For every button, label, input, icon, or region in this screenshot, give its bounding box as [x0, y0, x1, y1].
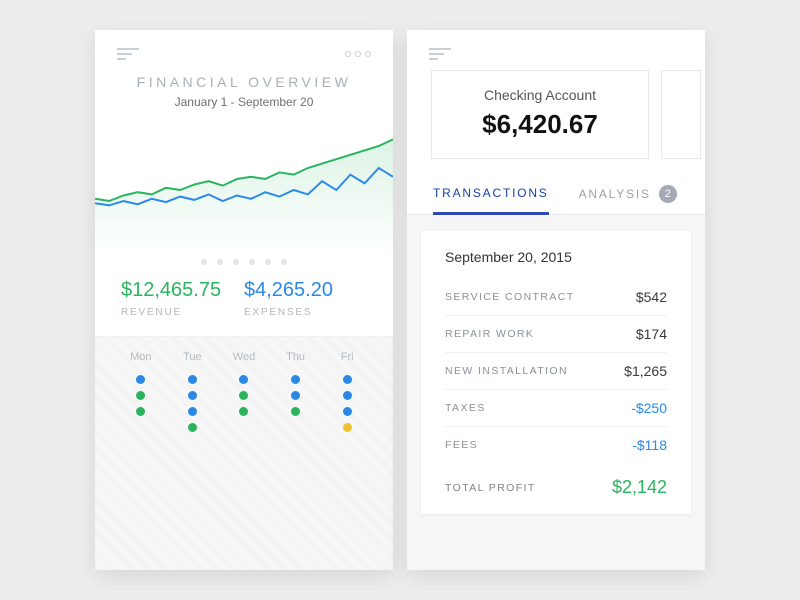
more-icon[interactable] [345, 51, 371, 57]
tab-analysis[interactable]: ANALYSIS 2 [579, 175, 677, 214]
tabs: TRANSACTIONS ANALYSIS 2 [407, 175, 705, 215]
transaction-row[interactable]: REPAIR WORK $174 [445, 316, 667, 353]
transaction-label: TAXES [445, 402, 486, 414]
account-card[interactable]: Checking Account $6,420.67 [431, 70, 649, 159]
topbar [95, 30, 393, 66]
week-activity: Mon Tue Wed Thu Fri [95, 336, 393, 570]
account-balance: $6,420.67 [452, 109, 628, 140]
day-label: Mon [115, 351, 167, 363]
total-label: TOTAL PROFIT [445, 482, 536, 494]
page-title: FINANCIAL OVERVIEW [95, 74, 393, 90]
total-amount: $2,142 [612, 477, 667, 498]
transaction-row[interactable]: NEW INSTALLATION $1,265 [445, 353, 667, 390]
day-headers: Mon Tue Wed Thu Fri [115, 351, 373, 363]
kpi-expenses: $4,265.20 EXPENSES [244, 279, 367, 318]
transaction-row[interactable]: FEES -$118 [445, 427, 667, 463]
transaction-label: SERVICE CONTRACT [445, 291, 575, 303]
transaction-amount: -$118 [632, 437, 667, 453]
transaction-amount: $542 [636, 289, 667, 305]
day-label: Fri [321, 351, 373, 363]
activity-dot [136, 407, 145, 416]
activity-dot [188, 423, 197, 432]
day-column [321, 369, 373, 479]
revenue-value: $12,465.75 [121, 279, 244, 302]
day-label: Tue [167, 351, 219, 363]
date-range: January 1 - September 20 [95, 95, 393, 109]
tab-transactions[interactable]: TRANSACTIONS [433, 175, 549, 215]
day-label: Wed [218, 351, 270, 363]
activity-dot [343, 423, 352, 432]
menu-icon[interactable] [117, 48, 139, 60]
day-label: Thu [270, 351, 322, 363]
account-name: Checking Account [452, 87, 628, 103]
transaction-amount: $1,265 [624, 363, 667, 379]
activity-dot [239, 407, 248, 416]
expenses-label: EXPENSES [244, 307, 367, 318]
day-column [167, 369, 219, 479]
activity-dot [343, 375, 352, 384]
trend-chart[interactable] [95, 109, 393, 255]
transaction-label: REPAIR WORK [445, 328, 534, 340]
account-screen: Checking Account $6,420.67 TRANSACTIONS … [407, 30, 705, 570]
transaction-label: FEES [445, 439, 478, 451]
day-column [115, 369, 167, 479]
activity-dot [343, 391, 352, 400]
activity-dot [188, 407, 197, 416]
activity-dot [239, 375, 248, 384]
transactions-date: September 20, 2015 [445, 249, 667, 265]
overview-screen: FINANCIAL OVERVIEW January 1 - September… [95, 30, 393, 570]
account-card-next[interactable] [661, 70, 701, 159]
transaction-label: NEW INSTALLATION [445, 365, 568, 377]
analysis-badge: 2 [659, 185, 677, 203]
activity-dot [343, 407, 352, 416]
transactions-card: September 20, 2015 SERVICE CONTRACT $542 R… [421, 231, 691, 514]
revenue-label: REVENUE [121, 307, 244, 318]
activity-dot [291, 375, 300, 384]
menu-icon[interactable] [429, 48, 683, 60]
transaction-row[interactable]: SERVICE CONTRACT $542 [445, 279, 667, 316]
transaction-amount: -$250 [631, 400, 667, 416]
activity-dot [136, 391, 145, 400]
day-column [218, 369, 270, 479]
total-row: TOTAL PROFIT $2,142 [445, 463, 667, 498]
transaction-amount: $174 [636, 326, 667, 342]
account-carousel[interactable]: Checking Account $6,420.67 [407, 70, 705, 175]
activity-dot [188, 375, 197, 384]
day-column [270, 369, 322, 479]
activity-dot [291, 391, 300, 400]
transaction-row[interactable]: TAXES -$250 [445, 390, 667, 427]
activity-dot [239, 391, 248, 400]
activity-dot [291, 407, 300, 416]
activity-dot [188, 391, 197, 400]
activity-dot [136, 375, 145, 384]
kpi-revenue: $12,465.75 REVENUE [121, 279, 244, 318]
expenses-value: $4,265.20 [244, 279, 367, 302]
